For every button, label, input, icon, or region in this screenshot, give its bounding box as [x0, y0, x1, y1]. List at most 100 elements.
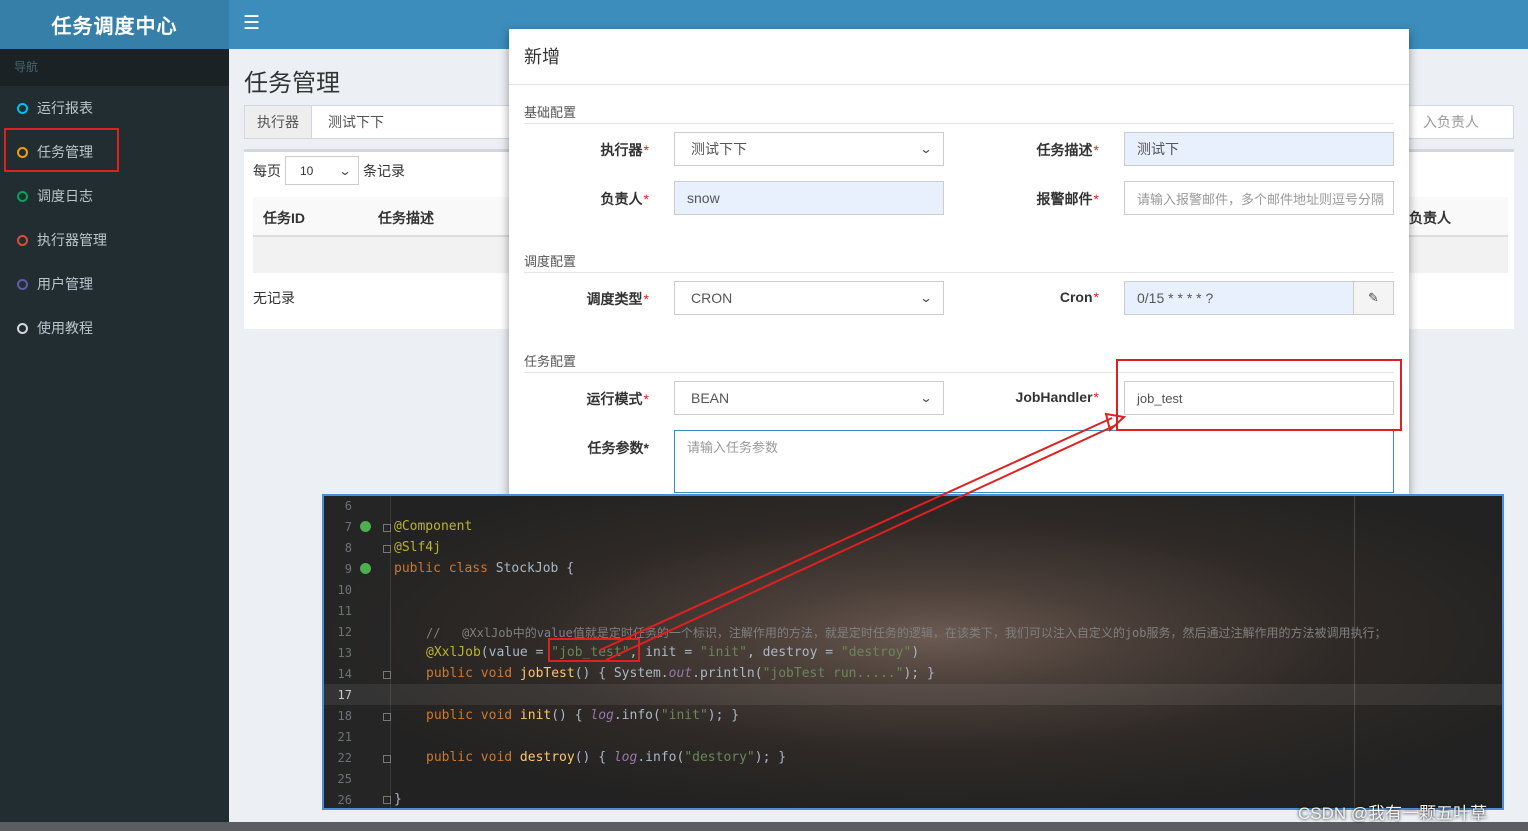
column-header-desc[interactable]: 任务描述 [378, 208, 434, 228]
circle-icon [17, 278, 28, 290]
cron-value: 0/15 * * * * ? [1137, 290, 1214, 306]
executor-select-value: 测试下下 [691, 141, 747, 157]
code-token: () { [551, 708, 591, 723]
code-token: "jobTest run....." [762, 666, 904, 681]
code-line-12: // @XxlJob中的value值就是定时任务的一个标识，注解作用的方法，就是… [426, 624, 1387, 641]
bean-icon[interactable] [360, 563, 371, 574]
alarm-email-label: 报警邮件* [959, 189, 1099, 209]
executor-select[interactable]: 测试下下 ⌄ [674, 132, 944, 166]
code-comment: // @XxlJob中的value值就是定时任务的一个标识，注解作用的方法，就是… [426, 626, 1387, 640]
required-mark: * [643, 291, 649, 307]
sidebar-item-label: 使用教程 [37, 320, 93, 336]
column-header-owner[interactable]: 负责人 [1409, 208, 1451, 228]
sidebar-item-executors[interactable]: 执行器管理 [0, 218, 229, 262]
circle-icon [17, 190, 28, 202]
code-line-7: @Component [394, 519, 472, 534]
params-label: 任务参数* [509, 438, 649, 458]
sidebar-item-label: 任务管理 [37, 144, 93, 160]
edit-icon[interactable]: ✎ [1353, 282, 1393, 314]
required-mark: * [1093, 289, 1099, 305]
owner-label-text: 负责人 [600, 191, 643, 207]
code-token: , init = [629, 645, 700, 660]
required-mark: * [1093, 191, 1099, 207]
desc-input[interactable]: 测试下 [1124, 132, 1394, 166]
section-basic-config: 基础配置 [524, 102, 1394, 124]
required-mark: * [1093, 389, 1099, 405]
executor-label-text: 执行器 [600, 142, 643, 158]
fold-icon[interactable] [383, 545, 391, 553]
line-number: 10 [337, 583, 352, 597]
code-line-22: public void destroy() { log.info("destor… [426, 750, 786, 765]
page-size-select[interactable]: 10 ⌄ [285, 156, 359, 185]
cron-label-text: Cron [1059, 289, 1093, 305]
desc-label: 任务描述* [959, 140, 1099, 160]
sidebar-item-help[interactable]: 使用教程 [0, 306, 229, 350]
hamburger-icon[interactable]: ☰ [243, 14, 260, 33]
run-mode-select[interactable]: BEAN ⌄ [674, 381, 944, 415]
desc-label-text: 任务描述 [1036, 142, 1093, 158]
chevron-down-icon: ⌄ [338, 163, 352, 178]
chevron-down-icon: ⌄ [919, 142, 933, 156]
line-number: 14 [337, 667, 352, 681]
code-token: public void [426, 666, 520, 681]
code-token: (value = [480, 645, 552, 660]
code-token: public class [394, 561, 488, 576]
sidebar-item-label: 调度日志 [37, 188, 93, 204]
required-mark: * [643, 440, 649, 456]
code-token: , destroy = [746, 645, 841, 660]
code-token: () { [574, 750, 614, 765]
chevron-down-icon: ⌄ [919, 391, 933, 405]
code-line-18: public void init() { log.info("init"); } [426, 708, 739, 723]
fold-icon[interactable] [383, 713, 391, 721]
schedule-type-label-text: 调度类型 [586, 291, 643, 307]
line-number: 7 [344, 520, 352, 534]
sidebar-item-reports[interactable]: 运行报表 [0, 86, 229, 130]
sidebar-item-users[interactable]: 用户管理 [0, 262, 229, 306]
line-number: 11 [337, 604, 352, 618]
sidebar-item-logs[interactable]: 调度日志 [0, 174, 229, 218]
sidebar-item-jobs[interactable]: 任务管理 [0, 130, 229, 174]
executor-filter-select[interactable]: 测试下下 [328, 106, 384, 138]
jobhandler-input[interactable]: job_test [1124, 381, 1394, 415]
alarm-email-label-text: 报警邮件 [1036, 191, 1093, 207]
jobhandler-label-text: JobHandler [1015, 389, 1093, 405]
owner-filter-input[interactable]: 入负责人 [1423, 106, 1479, 138]
code-token: } [394, 792, 402, 807]
code-token: ); } [707, 708, 740, 723]
empty-records-text: 无记录 [253, 290, 295, 306]
column-header-id[interactable]: 任务ID [263, 208, 305, 228]
line-number: 6 [344, 499, 352, 513]
fold-icon[interactable] [383, 755, 391, 763]
line-number: 25 [337, 772, 352, 786]
page-size-control: 每页 10 ⌄ 条记录 [253, 156, 405, 185]
alarm-email-input[interactable]: 请输入报警邮件，多个邮件地址则逗号分隔 [1124, 181, 1394, 215]
app-logo[interactable]: 任务调度中心 [0, 0, 229, 49]
sidebar-item-label: 运行报表 [37, 100, 93, 116]
params-textarea[interactable]: 请输入任务参数 [674, 430, 1394, 493]
executor-filter-label: 执行器 [245, 106, 312, 138]
code-token: StockJob { [487, 561, 575, 576]
sidebar-header: 导航 [0, 49, 229, 86]
chevron-down-icon: ⌄ [919, 291, 933, 305]
code-token: jobTest [519, 666, 575, 681]
cron-input[interactable]: 0/15 * * * * ? ✎ [1124, 281, 1394, 315]
section-schedule-config: 调度配置 [524, 251, 1394, 273]
bean-icon[interactable] [360, 521, 371, 532]
fold-icon[interactable] [383, 524, 391, 532]
fold-icon[interactable] [383, 671, 391, 679]
schedule-type-select[interactable]: CRON ⌄ [674, 281, 944, 315]
owner-input[interactable]: snow [674, 181, 944, 215]
page-title: 任务管理 [244, 70, 340, 97]
jobhandler-label: JobHandler* [959, 389, 1099, 405]
required-mark: * [1093, 142, 1099, 158]
params-label-text: 任务参数 [587, 440, 644, 456]
code-token: .info( [613, 708, 661, 723]
code-line-13: @XxlJob(value = "job_test", init = "init… [426, 645, 919, 660]
line-number: 13 [337, 646, 352, 660]
code-token: init [519, 708, 552, 723]
code-token: @Component [394, 519, 473, 534]
code-line-8: @Slf4j [394, 540, 441, 555]
code-token: public void [426, 750, 520, 765]
code-token: destroy [519, 750, 575, 765]
fold-icon[interactable] [383, 796, 391, 804]
